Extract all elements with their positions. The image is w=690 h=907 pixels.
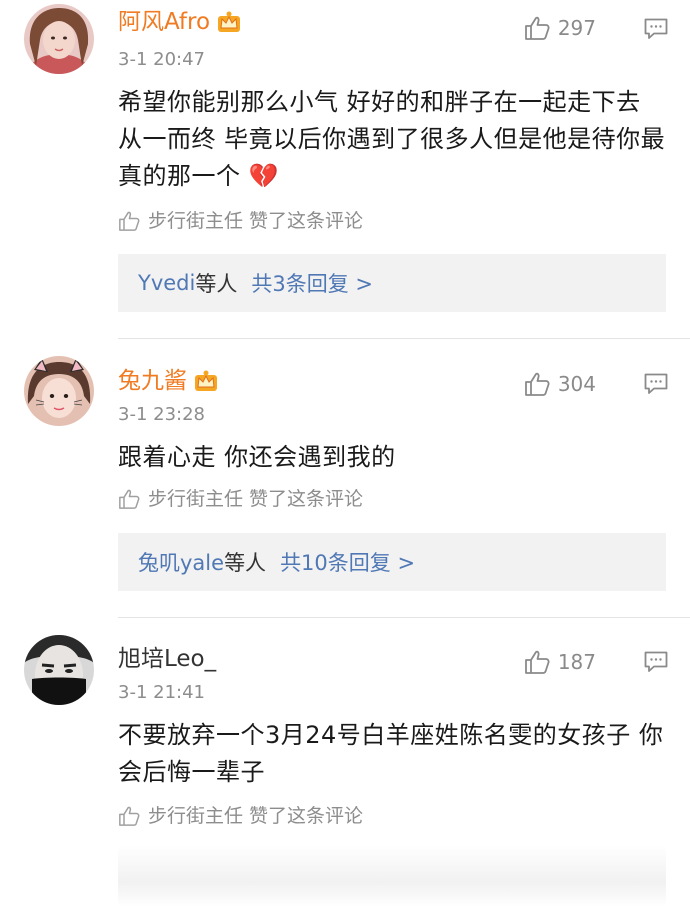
liked-by-line: 步行街主任 赞了这条评论: [118, 487, 363, 511]
reply-suffix: 等人: [195, 272, 238, 296]
like-count: 304: [557, 372, 596, 396]
comment-time: 3-1 21:41: [118, 682, 205, 703]
username-text[interactable]: 旭培Leo_: [118, 645, 216, 673]
liked-by-text: 步行街主任 赞了这条评论: [148, 805, 364, 827]
username[interactable]: 兔九酱: [118, 367, 219, 395]
username-text[interactable]: 阿风Afro: [118, 8, 210, 36]
replies-box[interactable]: Yvedi 等人 共3条回复 >: [118, 254, 666, 312]
liked-by-line: 步行街主任 赞了这条评论: [118, 209, 363, 233]
reply-count-link[interactable]: 共10条回复 >: [280, 547, 415, 577]
username-text[interactable]: 兔九酱: [118, 367, 187, 395]
liked-by-line: 步行街主任 赞了这条评论: [118, 804, 363, 828]
replies-box[interactable]: 兔叽yale 等人 共10条回复 >: [118, 533, 666, 591]
like-button[interactable]: 304: [524, 372, 596, 396]
vip-crown-icon: [218, 11, 241, 32]
liked-by-text: 步行街主任 赞了这条评论: [148, 488, 364, 510]
liked-by-text: 步行街主任 赞了这条评论: [148, 210, 364, 232]
comment-text: 不要放弃一个3月24号白羊座姓陈名雯的女孩子 你会后悔一辈子: [118, 721, 664, 786]
vip-crown-icon: [195, 370, 217, 391]
avatar[interactable]: [24, 4, 94, 74]
username[interactable]: 旭培Leo_: [118, 645, 216, 673]
comment-icon[interactable]: [644, 373, 668, 395]
thumbs-up-icon: [119, 806, 140, 826]
comment-text: 跟着心走 你还会遇到我的: [118, 443, 396, 471]
like-button[interactable]: 187: [524, 650, 596, 674]
comment-time: 3-1 23:28: [118, 404, 205, 425]
comment-time: 3-1 20:47: [118, 49, 205, 70]
comment-icon[interactable]: [644, 18, 668, 40]
comment-icon[interactable]: [644, 651, 668, 673]
avatar[interactable]: [24, 356, 94, 426]
like-count: 187: [557, 650, 596, 674]
username[interactable]: 阿风Afro: [118, 8, 242, 36]
divider: [118, 338, 690, 339]
like-button[interactable]: 297: [524, 16, 596, 40]
thumbs-up-icon: [524, 372, 550, 396]
thumbs-up-icon: [119, 489, 140, 509]
comment-text: 希望你能别那么小气 好好的和胖子在一起走下去 从一而终 毕竟以后你遇到了很多人但…: [118, 88, 666, 190]
thumbs-up-icon: [119, 211, 140, 231]
divider: [118, 617, 690, 618]
avatar[interactable]: [24, 635, 94, 705]
thumbs-up-icon: [524, 16, 550, 40]
thumbs-up-icon: [524, 650, 550, 674]
reply-suffix: 等人: [224, 551, 267, 575]
reply-names[interactable]: 兔叽yale: [138, 547, 224, 577]
reply-count-link[interactable]: 共3条回复 >: [251, 268, 373, 298]
like-count: 297: [557, 16, 596, 40]
reply-names[interactable]: Yvedi: [138, 271, 195, 295]
truncated-replies-box: [118, 845, 666, 907]
